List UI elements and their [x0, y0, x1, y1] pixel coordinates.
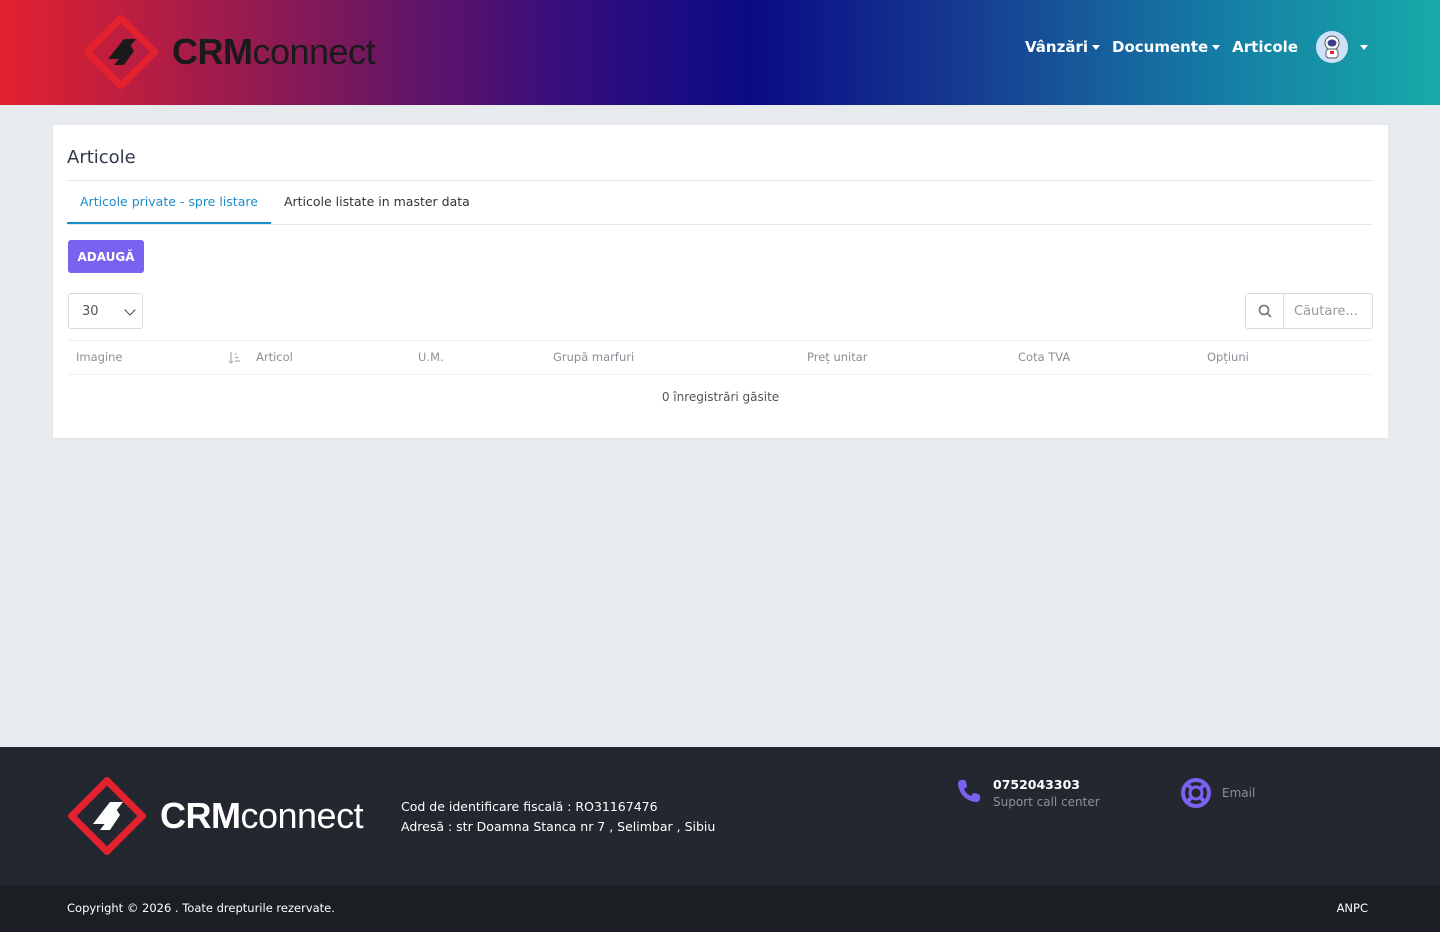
- crm-logo-icon: [68, 777, 146, 855]
- tab-private-articles[interactable]: Articole private - spre listare: [67, 181, 271, 224]
- col-um[interactable]: U.M.: [418, 341, 444, 374]
- nav-documente-label: Documente: [1112, 38, 1209, 56]
- caret-down-icon: [1360, 44, 1368, 50]
- col-articol[interactable]: Articol: [256, 341, 293, 374]
- col-optiuni[interactable]: Opțiuni: [1207, 341, 1249, 374]
- avatar: [1316, 31, 1348, 63]
- footer: CRMconnect Cod de identificare fiscală :…: [0, 747, 1440, 885]
- fiscal-code: Cod de identificare fiscală : RO31167476: [401, 799, 658, 814]
- nav-documente[interactable]: Documente: [1112, 38, 1221, 56]
- company-info: Cod de identificare fiscală : RO31167476…: [401, 797, 715, 837]
- lifebuoy-icon: [1181, 778, 1211, 808]
- user-menu[interactable]: [1310, 31, 1368, 63]
- nav-vanzari-label: Vânzări: [1025, 38, 1088, 56]
- page-title: Articole: [67, 147, 136, 168]
- col-imagine[interactable]: Imagine: [76, 341, 123, 374]
- brand-logo[interactable]: CRMconnect: [84, 14, 376, 90]
- phone-contact[interactable]: 0752043303 Suport call center: [955, 777, 1100, 811]
- tab-bar: Articole private - spre listare Articole…: [67, 181, 1373, 225]
- nav-articole[interactable]: Articole: [1232, 38, 1298, 56]
- search-button[interactable]: [1246, 294, 1284, 328]
- search-box: [1245, 293, 1373, 329]
- astronaut-icon: [1324, 35, 1340, 59]
- articles-card: Articole Articole private - spre listare…: [53, 125, 1388, 438]
- col-pret-unitar[interactable]: Preț unitar: [807, 341, 868, 374]
- nav-vanzari[interactable]: Vânzări: [1025, 38, 1100, 56]
- empty-table-message: 0 înregistrări găsite: [661, 390, 780, 404]
- table-header: Imagine Articol U.M. Grupă marfuri Preț …: [68, 340, 1373, 375]
- page-size-value: 30: [82, 303, 99, 319]
- col-grupa-marfuri[interactable]: Grupă marfuri: [553, 341, 634, 374]
- caret-down-icon: [1092, 44, 1100, 50]
- copyright-bar: Copyright © 2026 . Toate drepturile reze…: [0, 885, 1440, 932]
- phone-subtitle: Suport call center: [993, 795, 1100, 809]
- email-contact[interactable]: Email: [1180, 777, 1255, 809]
- tab-master-data-articles[interactable]: Articole listate in master data: [271, 181, 483, 224]
- phone-icon: [958, 780, 980, 802]
- caret-down-icon: [1212, 44, 1221, 50]
- phone-number: 0752043303: [993, 777, 1080, 792]
- search-input[interactable]: [1284, 294, 1372, 328]
- anpc-link[interactable]: ANPC: [1337, 901, 1368, 915]
- footer-brand-name: CRMconnect: [160, 795, 364, 836]
- email-label: Email: [1222, 786, 1256, 800]
- top-header: CRMconnect Vânzări Documente Articole: [0, 0, 1440, 105]
- main-nav: Vânzări Documente Articole: [1025, 30, 1368, 64]
- footer-logo[interactable]: CRMconnect: [68, 777, 364, 855]
- add-button[interactable]: ADAUGĂ: [68, 240, 144, 273]
- search-icon: [1258, 304, 1272, 318]
- col-cota-tva[interactable]: Cota TVA: [1018, 341, 1070, 374]
- crm-logo-icon: [84, 15, 158, 89]
- sort-icon[interactable]: [228, 351, 241, 364]
- nav-articole-label: Articole: [1232, 38, 1298, 56]
- company-address: Adresă : str Doamna Stanca nr 7 , Selimb…: [401, 819, 716, 834]
- copyright-text: Copyright © 2026 . Toate drepturile reze…: [67, 901, 335, 915]
- brand-name: CRMconnect: [172, 31, 376, 72]
- chevron-down-icon: [124, 304, 136, 316]
- page-size-select[interactable]: 30: [68, 293, 143, 329]
